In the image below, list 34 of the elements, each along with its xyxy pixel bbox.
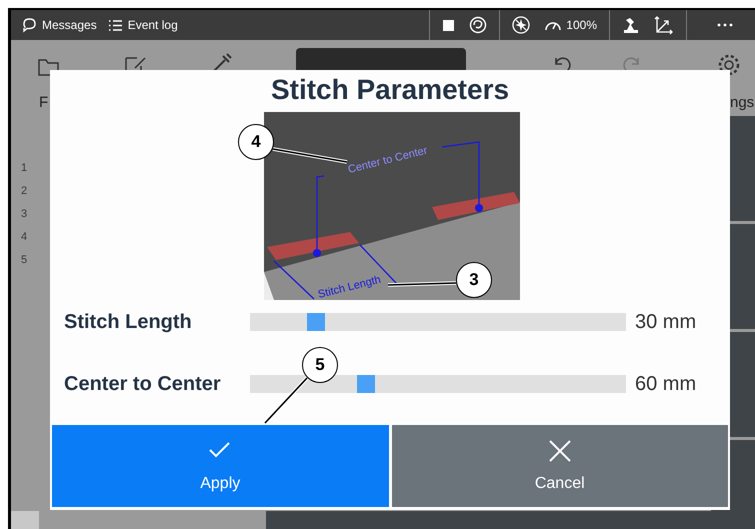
dimension-label: Center to Center: [346, 144, 429, 176]
more-icon: [717, 23, 733, 27]
slider-label: Stitch Length: [64, 310, 193, 334]
toolbar-link[interactable]: Event log: [106, 16, 178, 34]
line-number: 1: [21, 162, 28, 174]
slider-track[interactable]: [250, 375, 626, 393]
chat-icon: [21, 16, 38, 34]
toolbar-label: F: [39, 94, 48, 111]
robot-arm-icon: [622, 16, 640, 34]
toolbar-link[interactable]: Messages: [21, 16, 97, 34]
slider-label: Center to Center: [64, 372, 222, 396]
star-circle-icon: [512, 16, 530, 34]
dialog-title: Stitch Parameters: [270, 74, 510, 107]
slider-value: 30 mm: [635, 310, 696, 334]
dimension-label: Stitch Length: [316, 274, 382, 300]
line-number: 2: [21, 185, 28, 197]
speed-indicator[interactable]: 100%: [544, 17, 597, 33]
stop-icon: [442, 18, 456, 32]
slider-value: 60 mm: [635, 372, 696, 396]
settings-icon: [716, 52, 742, 78]
close-icon: [548, 439, 572, 463]
cancel-button[interactable]: Cancel: [392, 425, 728, 507]
line-number: 3: [21, 208, 28, 220]
apply-button[interactable]: Apply: [52, 425, 388, 507]
slider-thumb[interactable]: [307, 313, 326, 331]
slider-thumb[interactable]: [357, 375, 376, 393]
slider-track[interactable]: [250, 313, 626, 331]
spiral-icon: [469, 16, 488, 34]
line-number: 5: [21, 254, 28, 266]
axes-icon: [654, 16, 674, 34]
line-number: 4: [21, 231, 28, 243]
leader-line: [274, 260, 314, 300]
leader-line: [263, 376, 309, 425]
toolbar-label: ngs: [730, 94, 754, 111]
